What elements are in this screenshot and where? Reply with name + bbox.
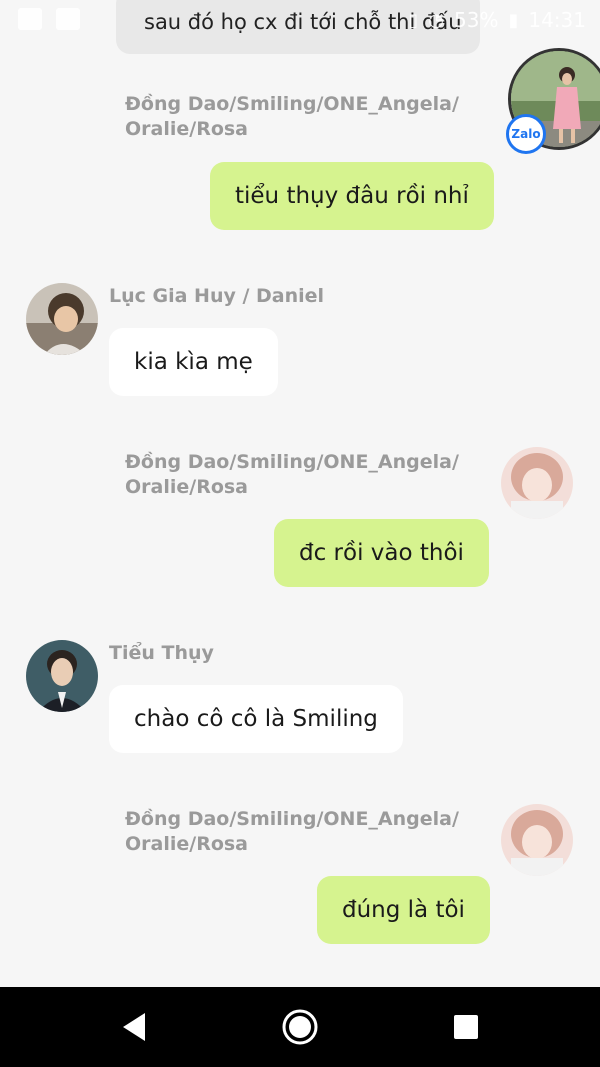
avatar[interactable] [501, 804, 573, 876]
battery-icon: ▮ [508, 9, 519, 31]
recent-apps-icon[interactable] [446, 1007, 486, 1047]
sender-name: Tiểu Thụy [109, 642, 214, 664]
message-bubble-incoming[interactable]: chào cô cô là Smiling [109, 685, 403, 753]
message-bubble-outgoing[interactable]: đc rồi vào thôi [274, 519, 489, 587]
message-bubble-outgoing[interactable]: đúng là tôi [317, 876, 490, 944]
zalo-badge-icon: Zalo [506, 114, 546, 154]
zalo-notify-icon [56, 8, 80, 30]
message-bubble-incoming[interactable]: kia kìa mẹ [109, 328, 278, 396]
back-icon[interactable] [115, 1007, 155, 1047]
battery-percent: 53% [454, 8, 499, 32]
status-time: 14:31 [528, 8, 586, 32]
vibrate-icon: ▯ [408, 9, 419, 31]
home-icon[interactable] [280, 1007, 320, 1047]
status-bar: ▯ ◔ 53% ▮ 14:31 [0, 0, 600, 44]
navigation-bar [0, 987, 600, 1067]
message-bubble-outgoing[interactable]: tiểu thụy đâu rồi nhỉ [210, 162, 494, 230]
sender-name: Đồng Dao/Smiling/ONE_Angela/ Oralie/Rosa [125, 451, 459, 498]
gallery-icon [18, 8, 42, 30]
sender-name: Lục Gia Huy / Daniel [109, 285, 325, 307]
floating-chat-head[interactable]: Zalo [500, 46, 600, 162]
avatar[interactable] [26, 283, 98, 355]
sender-name: Đồng Dao/Smiling/ONE_Angela/ Oralie/Rosa [125, 93, 459, 140]
wifi-icon: ◔ [428, 9, 444, 31]
avatar[interactable] [501, 447, 573, 519]
sender-name: Đồng Dao/Smiling/ONE_Angela/ Oralie/Rosa [125, 808, 459, 855]
avatar[interactable] [26, 640, 98, 712]
